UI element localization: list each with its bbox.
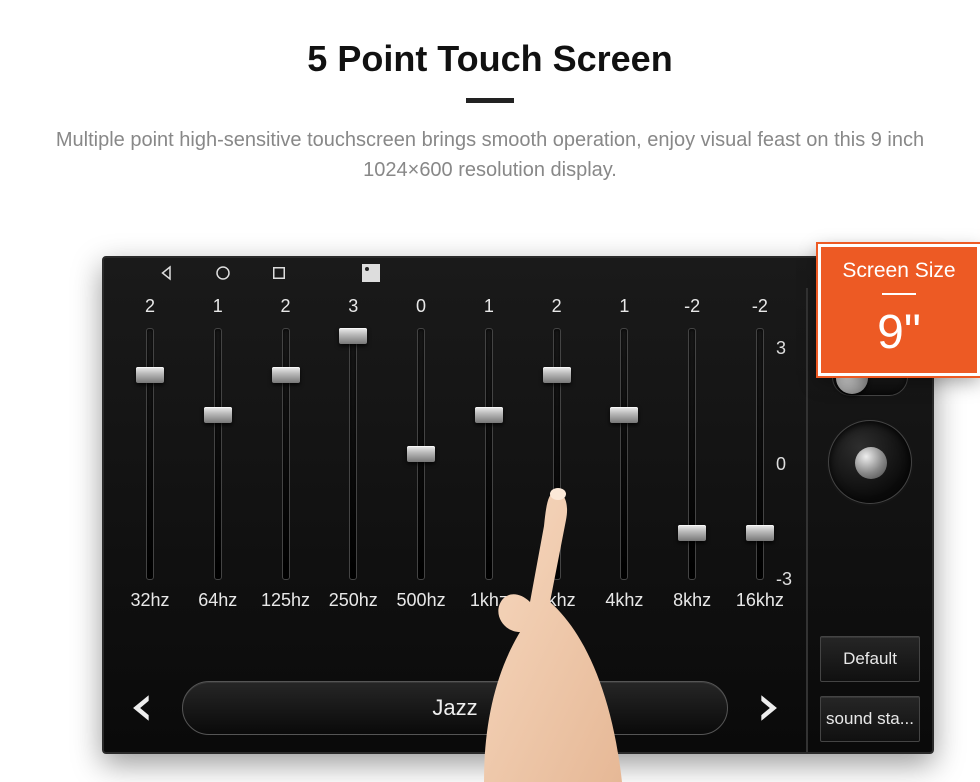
home-icon[interactable] [214, 264, 232, 282]
preset-select[interactable]: Jazz [182, 681, 728, 735]
eq-slider[interactable] [680, 328, 704, 580]
eq-band-value: -2 [684, 296, 700, 322]
eq-slider-thumb[interactable] [136, 367, 164, 383]
eq-band: 2 2khz [527, 296, 587, 616]
eq-band-freq: 500hz [397, 590, 446, 611]
eq-band-freq: 8khz [673, 590, 711, 611]
preset-prev-button[interactable] [122, 687, 164, 729]
scale-min: -3 [776, 569, 792, 590]
scale-labels: 3 0 -3 [776, 338, 792, 590]
eq-band-value: 2 [145, 296, 155, 322]
preset-bar: Jazz [104, 676, 806, 740]
eq-band-value: -2 [752, 296, 768, 322]
page-title: 5 Point Touch Screen [0, 38, 980, 80]
eq-band: 1 1khz [459, 296, 519, 616]
sound-stage-button[interactable]: sound sta... [820, 696, 920, 742]
eq-band: 0 500hz [391, 296, 451, 616]
eq-band: 2 125hz [256, 296, 316, 616]
eq-slider[interactable] [138, 328, 162, 580]
callout-divider [882, 293, 916, 295]
eq-band-freq: 4khz [605, 590, 643, 611]
eq-slider-thumb[interactable] [746, 525, 774, 541]
eq-slider[interactable] [206, 328, 230, 580]
eq-band-value: 3 [348, 296, 358, 322]
sound-stage-label: sound sta... [826, 709, 914, 729]
title-underline [466, 98, 514, 103]
eq-band: 1 64hz [188, 296, 248, 616]
preset-label: Jazz [432, 695, 477, 721]
default-button-label: Default [843, 649, 897, 669]
eq-slider[interactable] [545, 328, 569, 580]
gallery-icon[interactable] [362, 264, 380, 282]
eq-band: -2 8khz [662, 296, 722, 616]
eq-sliders: 2 32hz 1 64hz 2 125hz 3 250hz 0 500hz 1 1khz 2 2khz 1 4… [114, 296, 796, 616]
eq-band-value: 1 [619, 296, 629, 322]
preset-next-button[interactable] [746, 687, 788, 729]
screen-size-callout: Screen Size 9" [818, 244, 980, 376]
eq-band-freq: 16khz [736, 590, 784, 611]
eq-band-freq: 64hz [198, 590, 237, 611]
eq-band-freq: 250hz [329, 590, 378, 611]
eq-band-freq: 125hz [261, 590, 310, 611]
eq-band-value: 1 [484, 296, 494, 322]
eq-band: 1 4khz [594, 296, 654, 616]
scale-mid: 0 [776, 454, 792, 475]
eq-slider[interactable] [612, 328, 636, 580]
eq-band-value: 2 [552, 296, 562, 322]
eq-slider-thumb[interactable] [610, 407, 638, 423]
eq-slider-thumb[interactable] [204, 407, 232, 423]
eq-slider[interactable] [341, 328, 365, 580]
eq-slider-thumb[interactable] [543, 367, 571, 383]
eq-slider-thumb[interactable] [339, 328, 367, 344]
eq-slider-thumb[interactable] [407, 446, 435, 462]
eq-band-value: 1 [213, 296, 223, 322]
eq-band-value: 2 [281, 296, 291, 322]
page-subtitle: Multiple point high-sensitive touchscree… [40, 125, 940, 185]
scale-max: 3 [776, 338, 792, 359]
eq-slider[interactable] [477, 328, 501, 580]
android-navbar [104, 258, 932, 288]
eq-band: 3 250hz [323, 296, 383, 616]
default-button[interactable]: Default [820, 636, 920, 682]
back-icon[interactable] [158, 264, 176, 282]
recents-icon[interactable] [270, 264, 288, 282]
eq-slider[interactable] [409, 328, 433, 580]
eq-slider[interactable] [274, 328, 298, 580]
eq-band-freq: 32hz [130, 590, 169, 611]
equalizer-panel: 2 32hz 1 64hz 2 125hz 3 250hz 0 500hz 1 1khz 2 2khz 1 4… [104, 288, 806, 752]
eq-band-freq: 2khz [538, 590, 576, 611]
eq-slider-thumb[interactable] [272, 367, 300, 383]
eq-band: 2 32hz [120, 296, 180, 616]
callout-label: Screen Size [821, 259, 977, 283]
eq-band-freq: 1khz [470, 590, 508, 611]
eq-slider[interactable] [748, 328, 772, 580]
balance-knob[interactable] [828, 420, 912, 504]
eq-slider-thumb[interactable] [678, 525, 706, 541]
eq-band-value: 0 [416, 296, 426, 322]
callout-value: 9" [821, 305, 977, 360]
device-frame: 2 32hz 1 64hz 2 125hz 3 250hz 0 500hz 1 1khz 2 2khz 1 4… [102, 256, 934, 754]
eq-slider-thumb[interactable] [475, 407, 503, 423]
